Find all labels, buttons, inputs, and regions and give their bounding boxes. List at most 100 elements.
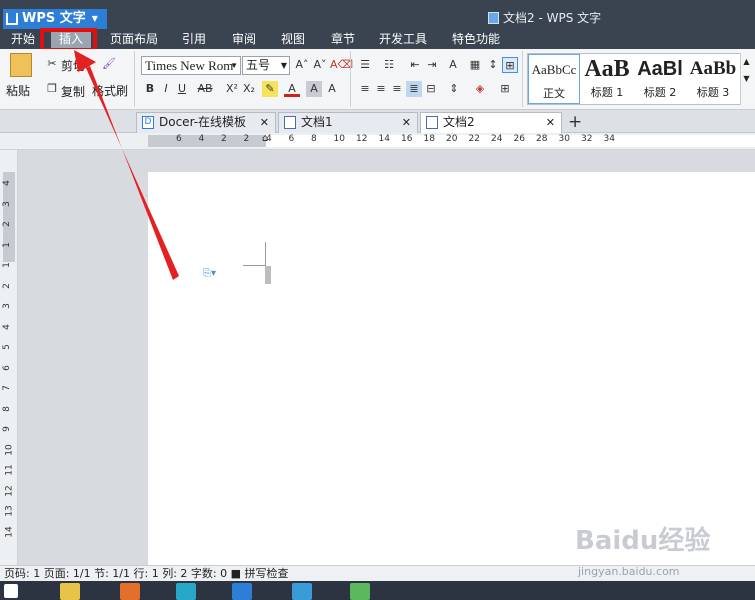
tab-doc1[interactable]: 文档1 ✕ bbox=[278, 112, 418, 133]
cut-button[interactable]: 剪切 bbox=[61, 57, 85, 74]
paste-options-icon[interactable]: ⎘▾ bbox=[203, 268, 216, 279]
watermark-url: jingyan.baidu.com bbox=[578, 565, 680, 578]
style-sample: AaBb bbox=[689, 58, 737, 79]
style-heading-1[interactable]: AaB 标题 1 bbox=[581, 54, 633, 104]
title-bar: WPS 文字 ▼ 文档2 - WPS 文字 bbox=[0, 0, 755, 31]
tab-label: 文档2 bbox=[443, 115, 475, 129]
tab-special-features[interactable]: 特色功能 bbox=[452, 31, 500, 49]
increase-indent-icon[interactable]: ⇥ bbox=[424, 57, 440, 73]
ruler-tick-label: 1 bbox=[1, 262, 12, 268]
ruler-tick-label: 24 bbox=[491, 134, 503, 144]
align-right-icon[interactable]: ≡ bbox=[389, 81, 405, 97]
text-direction-icon[interactable]: A bbox=[445, 57, 461, 73]
indent-marker-icon[interactable]: ⌂ bbox=[262, 133, 268, 144]
bold-icon[interactable]: B bbox=[142, 81, 158, 97]
tab-docer[interactable]: D Docer-在线模板 ✕ bbox=[136, 112, 276, 133]
wps-app-menu-button[interactable]: WPS 文字 ▼ bbox=[3, 9, 107, 29]
tab-doc2[interactable]: 文档2 ✕ bbox=[420, 112, 562, 133]
highlight-icon[interactable]: ✎ bbox=[262, 81, 278, 97]
browser-icon[interactable] bbox=[292, 583, 312, 600]
paste-button[interactable]: 粘贴 bbox=[6, 82, 30, 99]
tab-developer[interactable]: 开发工具 bbox=[379, 31, 427, 49]
char-shading-icon[interactable]: A bbox=[306, 81, 322, 97]
new-tab-icon[interactable]: + bbox=[568, 112, 582, 132]
tab-review[interactable]: 审阅 bbox=[232, 31, 256, 49]
distribute-icon[interactable]: ⊟ bbox=[423, 81, 439, 97]
ie-icon[interactable] bbox=[350, 583, 370, 600]
copy-icon: ❐ bbox=[47, 82, 57, 95]
style-gallery: AaBbCc 正文 AaB 标题 1 AaBl 标题 2 AaBb 标题 3 bbox=[527, 53, 741, 105]
strikethrough-icon[interactable]: AB bbox=[194, 81, 216, 97]
chevron-down-icon[interactable]: ▼ bbox=[741, 70, 752, 87]
ruler-tick-label: 2 bbox=[221, 134, 227, 144]
ruler-tick-label: 9 bbox=[1, 426, 12, 432]
ruler-tick-label: 1 bbox=[1, 241, 12, 248]
app-icon[interactable] bbox=[120, 583, 140, 600]
align-left-icon[interactable]: ≡ bbox=[357, 81, 373, 97]
show-marks-icon[interactable]: ⊞ bbox=[502, 57, 518, 73]
font-family-select[interactable]: Times New Roman ▼ bbox=[141, 56, 241, 75]
paste-icon[interactable] bbox=[10, 53, 32, 77]
style-label: 正文 bbox=[543, 87, 565, 100]
file-explorer-icon[interactable] bbox=[60, 583, 80, 600]
docer-icon: D bbox=[142, 116, 154, 129]
ruler-tick-label: 20 bbox=[446, 134, 458, 144]
style-heading-3[interactable]: AaBb 标题 3 bbox=[687, 54, 739, 104]
format-painter-button[interactable]: 格式刷 bbox=[92, 82, 128, 99]
line-spacing-icon[interactable]: ⇕ bbox=[446, 81, 462, 97]
numbered-list-icon[interactable]: ☷ bbox=[381, 57, 397, 73]
style-heading-2[interactable]: AaBl 标题 2 bbox=[634, 54, 686, 104]
tab-chapter[interactable]: 章节 bbox=[331, 31, 355, 49]
status-text: 页码: 1 页面: 1/1 节: 1/1 行: 1 列: 2 字数: 0 ■ 拼… bbox=[4, 567, 289, 580]
app-name: WPS 文字 bbox=[22, 11, 86, 26]
tab-label: 文档1 bbox=[301, 115, 333, 129]
style-normal[interactable]: AaBbCc 正文 bbox=[528, 54, 580, 104]
document-canvas: ⎘▾ bbox=[18, 150, 755, 565]
clear-format-icon[interactable]: A⌫ bbox=[330, 57, 353, 73]
close-icon[interactable]: ✕ bbox=[260, 113, 269, 132]
ruler-tick-label: 3 bbox=[1, 303, 12, 309]
grow-font-icon[interactable]: A˄ bbox=[294, 57, 310, 73]
table-icon[interactable]: ▦ bbox=[467, 57, 483, 73]
decrease-indent-icon[interactable]: ⇤ bbox=[407, 57, 423, 73]
superscript-icon[interactable]: X² bbox=[224, 81, 240, 97]
style-sample: AaB bbox=[584, 56, 630, 82]
borders-icon[interactable]: ⊞ bbox=[497, 81, 513, 97]
close-icon[interactable]: ✕ bbox=[402, 113, 411, 132]
char-border-icon[interactable]: A bbox=[324, 81, 340, 97]
tab-view[interactable]: 视图 bbox=[281, 31, 305, 49]
italic-icon[interactable]: I bbox=[158, 81, 174, 97]
paragraph-shading-icon[interactable]: ◈ bbox=[472, 81, 488, 97]
bullet-list-icon[interactable]: ☰ bbox=[357, 57, 373, 73]
windows-start-icon[interactable] bbox=[4, 584, 18, 598]
style-label: 标题 1 bbox=[590, 86, 624, 99]
font-color-icon[interactable]: A bbox=[284, 81, 300, 97]
tab-page-layout[interactable]: 页面布局 bbox=[110, 31, 158, 49]
horizontal-ruler[interactable]: 6 4 2 2 4 6 8 10 12 14 16 18 20 22 24 26 28 30 32 34 ⌂ bbox=[0, 133, 755, 150]
font-size-select[interactable]: 五号 ▼ bbox=[242, 56, 290, 75]
taskbar bbox=[0, 581, 755, 600]
ruler-tick-label: 34 bbox=[603, 134, 615, 144]
tab-home[interactable]: 开始 bbox=[11, 31, 35, 49]
tab-references[interactable]: 引用 bbox=[182, 31, 206, 49]
ruler-tick-label: 18 bbox=[423, 134, 435, 144]
chevron-up-icon[interactable]: ▲ bbox=[741, 53, 752, 70]
app-icon[interactable] bbox=[176, 583, 196, 600]
shrink-font-icon[interactable]: A˅ bbox=[312, 57, 328, 73]
justify-icon[interactable]: ≣ bbox=[406, 81, 422, 97]
vertical-ruler[interactable]: 4 3 2 1 1 2 3 4 5 6 7 8 9 10 11 12 13 14 bbox=[0, 150, 18, 565]
ruler-tick-label: 12 bbox=[4, 484, 15, 497]
wps-writer-icon[interactable] bbox=[232, 583, 252, 600]
close-icon[interactable]: ✕ bbox=[546, 113, 555, 132]
gallery-scroll[interactable]: ▲ ▼ bbox=[740, 53, 752, 105]
ruler-tick-label: 6 bbox=[1, 364, 12, 371]
document-page[interactable]: ⎘▾ bbox=[148, 172, 755, 565]
sort-icon[interactable]: ↕ bbox=[485, 57, 501, 73]
document-icon bbox=[488, 12, 499, 24]
align-center-icon[interactable]: ≡ bbox=[373, 81, 389, 97]
subscript-icon[interactable]: X₂ bbox=[241, 81, 257, 97]
copy-button[interactable]: 复制 bbox=[61, 83, 85, 100]
ruler-tick-label: 22 bbox=[468, 134, 480, 144]
text-cursor bbox=[243, 242, 273, 286]
underline-icon[interactable]: U bbox=[174, 81, 190, 97]
